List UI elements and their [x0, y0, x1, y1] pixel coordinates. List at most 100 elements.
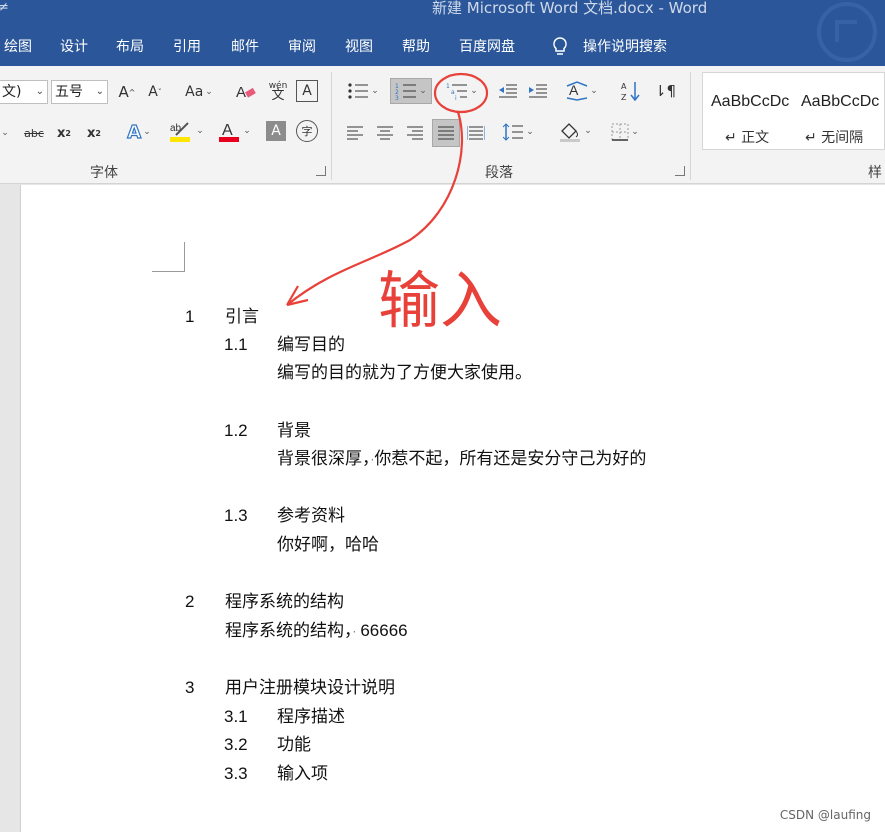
lightbulb-icon [551, 36, 569, 58]
body-paragraph[interactable]: 背景很深厚，·你惹不起，所有还是安分守己为好的 [277, 449, 646, 470]
body-paragraph[interactable]: 你好啊，哈哈 [277, 535, 379, 555]
align-right-icon[interactable] [404, 122, 426, 144]
text-effects-icon[interactable]: A ⌄ [120, 120, 158, 144]
menu-mailings[interactable]: 邮件 [231, 36, 259, 58]
space-mark: · [352, 625, 357, 639]
font-color-icon[interactable]: A ⌄ [214, 118, 254, 144]
phonetic-guide-icon[interactable]: wén 文 [266, 78, 290, 104]
group-separator [690, 72, 691, 180]
character-shading-icon[interactable]: A [266, 121, 286, 141]
menu-bar: 绘图 设计 布局 引用 邮件 审阅 视图 帮助 百度网盘 操作说明搜索 [0, 36, 885, 60]
style-sample: AaBbCcDc [801, 93, 880, 110]
menu-tell-me-search[interactable]: 操作说明搜索 [583, 36, 667, 58]
style-sample: AaBbCcDc [711, 93, 790, 110]
multilevel-list-icon[interactable]: 1 a i ⌄ [440, 78, 484, 104]
window-title: 新建 Microsoft Word 文档.docx - Word [432, 0, 708, 17]
decrease-indent-icon[interactable] [496, 78, 520, 104]
change-case-icon[interactable]: Aa ⌄ [180, 80, 218, 104]
title-fragment: ≠ [0, 0, 9, 15]
paragraph-group-label: 段落 [485, 165, 513, 181]
heading-3-3[interactable]: 3.3 输入项 [224, 764, 328, 784]
watermark-credit: CSDN @laufing [779, 808, 871, 822]
margin-corner-mark [152, 242, 185, 272]
chevron-down-icon[interactable]: ⌄ [0, 122, 12, 144]
menu-references[interactable]: 引用 [173, 36, 201, 58]
heading-1[interactable]: 1 引言 [185, 307, 259, 327]
line-spacing-icon[interactable]: ⌄ [498, 120, 538, 144]
paragraph-dialog-launcher-icon[interactable] [675, 166, 685, 176]
heading-text: 背景 [277, 421, 311, 441]
menu-review[interactable]: 审阅 [288, 36, 316, 58]
style-name: ↵ 无间隔 [805, 130, 864, 146]
list-number: 2 [185, 592, 195, 611]
list-number: 3.2 [224, 735, 248, 754]
strikethrough-icon[interactable]: abc [22, 122, 46, 144]
list-number: 1.2 [224, 421, 248, 440]
left-margin-bar [0, 185, 21, 832]
list-number: 3 [185, 678, 195, 697]
group-separator [331, 72, 332, 180]
svg-text:Z: Z [621, 93, 627, 102]
shrink-font-icon[interactable]: Aˇ [144, 80, 166, 104]
heading-1-2[interactable]: 1.2 背景 [224, 421, 311, 441]
heading-text: 程序描述 [277, 707, 345, 727]
borders-icon[interactable]: ⌄ [604, 120, 646, 144]
heading-3-2[interactable]: 3.2 功能 [224, 735, 311, 755]
svg-text:3: 3 [395, 95, 399, 100]
body-text: 背景很深厚， [277, 449, 371, 469]
enclose-characters-icon[interactable]: 字 [296, 120, 318, 142]
heading-text: 用户注册模块设计说明 [225, 678, 395, 698]
font-dialog-launcher-icon[interactable] [316, 166, 326, 176]
svg-text:A: A [621, 82, 627, 91]
body-paragraph[interactable]: 编写的目的就为了方便大家使用。 [277, 363, 532, 383]
heading-text: 编写目的 [277, 335, 345, 355]
menu-draw[interactable]: 绘图 [4, 36, 32, 58]
shading-icon[interactable]: ⌄ [554, 118, 596, 144]
character-border-icon[interactable]: A [296, 80, 318, 102]
style-no-spacing[interactable]: AaBbCcDc ↵ 无间隔 [793, 73, 881, 149]
ribbon: 文) ⌄ 五号 ⌄ A ^ Aˇ Aa ⌄ A wén 文 A ⌄ abc x2 x2… [0, 66, 885, 184]
heading-3[interactable]: 3 用户注册模块设计说明 [185, 678, 395, 698]
increase-indent-icon[interactable] [526, 78, 550, 104]
superscript-icon[interactable]: x2 [84, 122, 104, 144]
menu-baidu-netdisk[interactable]: 百度网盘 [459, 36, 515, 58]
menu-help[interactable]: 帮助 [402, 36, 430, 58]
body-text: 66666 [360, 621, 408, 640]
styles-group-label: 样 [868, 165, 882, 181]
align-center-icon[interactable] [374, 122, 396, 144]
style-normal[interactable]: AaBbCcDc ↵ 正文 [703, 73, 791, 149]
font-size-value: 五号 [55, 84, 83, 100]
numbering-icon[interactable]: 1 2 3 ⌄ [390, 78, 432, 104]
bullets-icon[interactable]: ⌄ [342, 78, 384, 104]
heading-1-3[interactable]: 1.3 参考资料 [224, 506, 345, 526]
heading-text: 程序系统的结构 [225, 592, 344, 612]
distributed-icon[interactable] [464, 122, 488, 144]
show-formatting-marks-icon[interactable]: ⇂¶ [652, 78, 678, 104]
align-left-icon[interactable] [344, 122, 366, 144]
heading-2[interactable]: 2 程序系统的结构 [185, 592, 344, 612]
font-name-combo[interactable]: 文) ⌄ [0, 80, 48, 104]
heading-1-1[interactable]: 1.1 编写目的 [224, 335, 345, 355]
grow-font-icon[interactable]: A ^ [116, 80, 138, 104]
font-size-combo[interactable]: 五号 ⌄ [51, 80, 108, 104]
list-number: 3.1 [224, 707, 248, 726]
styles-gallery: AaBbCcDc ↵ 正文 AaBbCcDc ↵ 无间隔 [702, 72, 885, 150]
justify-icon[interactable] [432, 119, 460, 147]
chinese-layout-icon[interactable]: A ⌄ [562, 78, 602, 104]
heading-3-1[interactable]: 3.1 程序描述 [224, 707, 345, 727]
highlight-color-icon[interactable]: ab ⌄ [166, 118, 206, 144]
menu-view[interactable]: 视图 [345, 36, 373, 58]
subscript-icon[interactable]: x2 [54, 122, 74, 144]
heading-text: 输入项 [277, 764, 328, 784]
clear-formatting-icon[interactable]: A [234, 80, 258, 104]
svg-text:1: 1 [446, 83, 450, 90]
menu-design[interactable]: 设计 [60, 36, 88, 58]
menu-layout[interactable]: 布局 [116, 36, 144, 58]
title-bar: ≠ 新建 Microsoft Word 文档.docx - Word 绘图 设计… [0, 0, 885, 66]
font-name-value: 文) [2, 84, 22, 100]
sort-icon[interactable]: AZ [618, 78, 644, 104]
document-page[interactable] [21, 185, 885, 832]
svg-text:A: A [236, 84, 246, 101]
body-paragraph[interactable]: 程序系统的结构，· 66666 [225, 621, 408, 642]
list-number: 1 [185, 307, 195, 326]
